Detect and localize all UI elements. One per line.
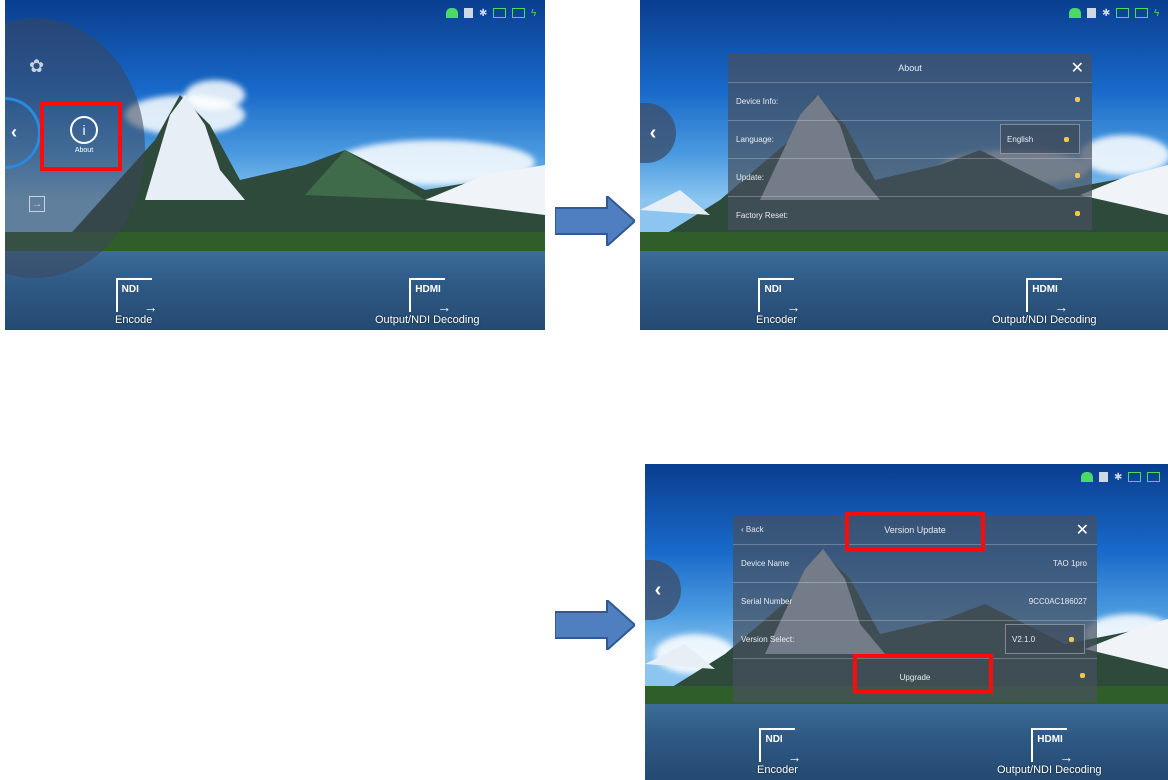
close-icon[interactable]: ✕	[1071, 58, 1084, 78]
chevron-down-icon	[1064, 137, 1069, 142]
row-label: Device Name	[741, 559, 790, 568]
tile-label: Output/NDI Decoding	[375, 314, 480, 326]
tile-output-decoding[interactable]: HDMI → Output/NDI Decoding	[375, 278, 480, 326]
row-factory-reset[interactable]: Factory Reset:	[728, 197, 1092, 234]
tile-output-decoding[interactable]: HDMI → Output/NDI Decoding	[997, 728, 1102, 776]
battery-icon	[1147, 472, 1160, 482]
chevron-left-icon[interactable]: ‹	[11, 122, 17, 143]
dialog-header: About ✕	[728, 54, 1092, 83]
status-bar: ✱	[1081, 472, 1160, 483]
chevron-right-icon	[1080, 673, 1085, 678]
sim-icon	[1087, 8, 1096, 18]
row-value: TAO 1pro	[1052, 559, 1087, 568]
ndi-icon: NDI →	[115, 278, 158, 314]
battery-icon	[1135, 8, 1148, 18]
chevron-left-icon: ‹	[654, 578, 662, 601]
chevron-down-icon	[1069, 637, 1074, 642]
dialog-title: About	[898, 63, 922, 73]
flow-arrow-right-icon	[555, 196, 635, 246]
highlight-version-update-title	[845, 512, 985, 552]
fan-icon[interactable]: ✿	[29, 56, 44, 77]
bluetooth-icon: ✱	[479, 8, 488, 19]
battery-icon	[512, 8, 525, 18]
android-icon	[446, 8, 458, 18]
screenshot-panel-about-dialog: ✱ ϟ ‹ About ✕ Device Info: Language: Eng…	[640, 0, 1168, 330]
row-label: Language:	[736, 135, 774, 144]
screenshot-panel-main-menu: ✱ ϟ ✿ ‹ i About → NDI → Encode HDMI → Outp…	[5, 0, 545, 330]
row-value: 9CC0AC186027	[1028, 597, 1087, 606]
hdmi-icon: HDMI →	[1031, 728, 1073, 764]
ndi-icon: NDI →	[759, 728, 801, 764]
android-icon	[1069, 8, 1081, 18]
chevron-left-icon: ‹	[649, 121, 657, 144]
highlight-upgrade-button	[853, 654, 993, 694]
row-language: Language: English	[728, 121, 1092, 159]
charging-icon: ϟ	[1154, 8, 1160, 19]
android-icon	[1081, 472, 1093, 482]
highlight-about	[40, 101, 122, 171]
status-bar: ✱ ϟ	[1069, 8, 1160, 19]
status-bar: ✱ ϟ	[446, 8, 537, 19]
language-select[interactable]: English	[1000, 124, 1080, 154]
tile-label: Output/NDI Decoding	[992, 314, 1097, 326]
row-label: Serial Number	[741, 597, 793, 606]
tile-label: Output/NDI Decoding	[997, 764, 1102, 776]
flow-arrow-right-icon	[555, 600, 635, 650]
hdmi-icon: HDMI →	[409, 278, 451, 314]
screenshot-panel-version-update: ✱ ‹ ‹ Back Version Update ✕ Device Name …	[645, 464, 1168, 780]
tile-encode[interactable]: NDI → Encode	[115, 278, 158, 326]
ndi-icon: NDI →	[758, 278, 800, 314]
row-label: Device Info:	[736, 97, 779, 106]
tile-encoder[interactable]: NDI → Encoder	[756, 278, 800, 326]
exit-icon[interactable]: →	[29, 196, 45, 212]
tile-label: Encode	[115, 314, 153, 326]
row-serial-number: Serial Number 9CC0AC186027	[733, 583, 1097, 621]
select-value: English	[1007, 134, 1034, 144]
tile-output-decoding[interactable]: HDMI → Output/NDI Decoding	[992, 278, 1097, 326]
tile-label: Encoder	[757, 764, 798, 776]
row-label: Update:	[736, 173, 765, 182]
chevron-right-icon	[1075, 97, 1080, 102]
back-link[interactable]: ‹ Back	[741, 525, 764, 534]
about-dialog: About ✕ Device Info: Language: English U…	[728, 54, 1092, 230]
battery-icon	[493, 8, 506, 18]
sim-icon	[464, 8, 473, 18]
battery-icon	[1128, 472, 1141, 482]
battery-icon	[1116, 8, 1129, 18]
close-icon[interactable]: ✕	[1076, 520, 1089, 540]
chevron-right-icon	[1075, 211, 1080, 216]
tile-encoder[interactable]: NDI → Encoder	[757, 728, 801, 776]
row-device-info[interactable]: Device Info:	[728, 83, 1092, 121]
hdmi-icon: HDMI →	[1026, 278, 1068, 314]
charging-icon: ϟ	[531, 8, 537, 19]
tile-label: Encoder	[756, 314, 797, 326]
version-select[interactable]: V2.1.0	[1005, 624, 1085, 654]
row-label: Version Select:	[741, 635, 795, 644]
bluetooth-icon: ✱	[1114, 472, 1123, 483]
bluetooth-icon: ✱	[1102, 8, 1111, 19]
row-update[interactable]: Update:	[728, 159, 1092, 197]
sim-icon	[1099, 472, 1108, 482]
select-value: V2.1.0	[1012, 634, 1036, 644]
chevron-right-icon	[1075, 173, 1080, 178]
row-label: Factory Reset:	[736, 211, 789, 220]
